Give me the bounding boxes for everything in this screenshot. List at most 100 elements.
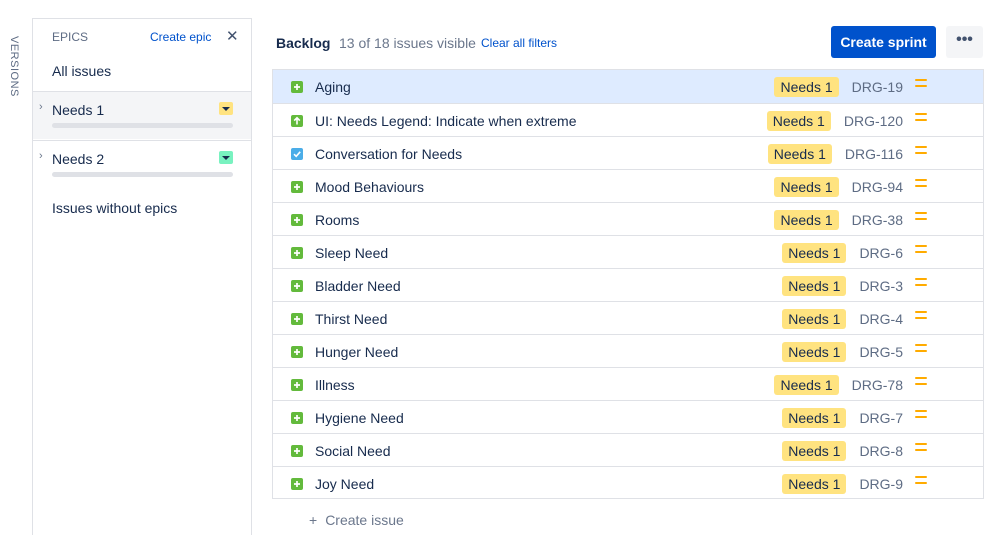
issue-key[interactable]: DRG-94 bbox=[852, 179, 903, 195]
story-add-icon bbox=[291, 346, 303, 358]
issue-summary: Bladder Need bbox=[315, 278, 401, 294]
epic-color-dropdown-icon[interactable] bbox=[219, 102, 233, 115]
issue-row[interactable]: Aging Needs 1 DRG-19 bbox=[273, 70, 983, 103]
epic-lozenge[interactable]: Needs 1 bbox=[767, 144, 832, 164]
issue-key[interactable]: DRG-8 bbox=[859, 443, 903, 459]
epic-lozenge[interactable]: Needs 1 bbox=[774, 77, 839, 97]
issue-key[interactable]: DRG-3 bbox=[859, 278, 903, 294]
story-add-icon bbox=[291, 313, 303, 325]
story-add-icon bbox=[291, 214, 303, 226]
priority-medium-icon bbox=[915, 410, 927, 419]
priority-medium-icon bbox=[915, 278, 927, 287]
issue-row[interactable]: Hunger Need Needs 1 DRG-5 bbox=[273, 334, 983, 367]
story-add-icon bbox=[291, 81, 303, 93]
epic-lozenge[interactable]: Needs 1 bbox=[782, 342, 847, 362]
issue-key[interactable]: DRG-19 bbox=[852, 79, 903, 95]
epic-lozenge[interactable]: Needs 1 bbox=[782, 276, 847, 296]
epic-lozenge[interactable]: Needs 1 bbox=[782, 309, 847, 329]
priority-medium-icon bbox=[915, 245, 927, 254]
chevron-right-icon[interactable]: › bbox=[39, 101, 43, 113]
issue-summary: Joy Need bbox=[315, 476, 375, 492]
issue-summary: Hygiene Need bbox=[315, 410, 404, 426]
priority-medium-icon bbox=[915, 344, 927, 353]
task-checkbox-icon bbox=[291, 148, 303, 160]
create-issue-label: Create issue bbox=[325, 512, 404, 528]
more-actions-icon[interactable]: ••• bbox=[946, 26, 983, 58]
epic-lozenge[interactable]: Needs 1 bbox=[774, 210, 839, 230]
priority-medium-icon bbox=[915, 113, 927, 122]
story-add-icon bbox=[291, 181, 303, 193]
issue-row[interactable]: Mood Behaviours Needs 1 DRG-94 bbox=[273, 169, 983, 202]
story-add-icon bbox=[291, 478, 303, 490]
issue-key[interactable]: DRG-78 bbox=[852, 377, 903, 393]
close-icon[interactable]: ✕ bbox=[226, 27, 239, 45]
priority-medium-icon bbox=[915, 212, 927, 221]
issue-row[interactable]: Conversation for Needs Needs 1 DRG-116 bbox=[273, 136, 983, 169]
issue-summary: Social Need bbox=[315, 443, 391, 459]
create-sprint-button[interactable]: Create sprint bbox=[831, 26, 936, 58]
priority-medium-icon bbox=[915, 179, 927, 188]
clear-filters-link[interactable]: Clear all filters bbox=[481, 36, 557, 50]
story-add-icon bbox=[291, 445, 303, 457]
epic-color-dropdown-icon[interactable] bbox=[219, 151, 233, 164]
issue-row[interactable]: UI: Needs Legend: Indicate when extreme N… bbox=[273, 103, 983, 136]
create-issue-button[interactable]: + Create issue bbox=[309, 512, 404, 528]
issue-summary: Aging bbox=[315, 79, 351, 95]
issue-key[interactable]: DRG-9 bbox=[859, 476, 903, 492]
versions-panel-toggle[interactable]: VERSIONS bbox=[0, 18, 32, 535]
issue-row[interactable]: Illness Needs 1 DRG-78 bbox=[273, 367, 983, 400]
epic-lozenge[interactable]: Needs 1 bbox=[766, 111, 831, 131]
epic-lozenge[interactable]: Needs 1 bbox=[782, 474, 847, 494]
epic-filter-issues-without-epics[interactable]: Issues without epics bbox=[52, 200, 177, 216]
epic-lozenge[interactable]: Needs 1 bbox=[774, 177, 839, 197]
issue-key[interactable]: DRG-7 bbox=[859, 410, 903, 426]
epic-progress-bar bbox=[52, 172, 233, 177]
issue-key[interactable]: DRG-6 bbox=[859, 245, 903, 261]
story-add-icon bbox=[291, 412, 303, 424]
issue-summary: Hunger Need bbox=[315, 344, 399, 360]
issue-row[interactable]: Hygiene Need Needs 1 DRG-7 bbox=[273, 400, 983, 433]
epic-name: Needs 1 bbox=[52, 102, 105, 118]
story-add-icon bbox=[291, 280, 303, 292]
epic-filter-all-issues[interactable]: All issues bbox=[52, 63, 111, 79]
epics-panel: EPICS Create epic ✕ All issues › Needs 1… bbox=[32, 18, 252, 535]
story-add-icon bbox=[291, 247, 303, 259]
issue-summary: Conversation for Needs bbox=[315, 146, 463, 162]
issue-key[interactable]: DRG-38 bbox=[852, 212, 903, 228]
improvement-arrow-icon bbox=[291, 115, 303, 127]
epic-lozenge[interactable]: Needs 1 bbox=[782, 408, 847, 428]
issue-row[interactable]: Joy Need Needs 1 DRG-9 bbox=[273, 466, 983, 499]
epic-lozenge[interactable]: Needs 1 bbox=[782, 243, 847, 263]
issue-summary: Thirst Need bbox=[315, 311, 388, 327]
plus-icon: + bbox=[309, 512, 318, 528]
issue-key[interactable]: DRG-116 bbox=[845, 146, 903, 162]
priority-medium-icon bbox=[915, 311, 927, 320]
issue-key[interactable]: DRG-4 bbox=[859, 311, 903, 327]
issue-summary: Sleep Need bbox=[315, 245, 389, 261]
create-epic-link[interactable]: Create epic bbox=[150, 30, 211, 44]
epics-header: EPICS Create epic ✕ bbox=[33, 19, 251, 55]
backlog-title: Backlog bbox=[276, 35, 331, 51]
epic-progress-bar bbox=[52, 123, 233, 128]
epic-item-needs-2[interactable]: › Needs 2 bbox=[33, 140, 251, 188]
epic-lozenge[interactable]: Needs 1 bbox=[774, 375, 839, 395]
epic-name: Needs 2 bbox=[52, 151, 105, 167]
issue-key[interactable]: DRG-120 bbox=[844, 113, 903, 129]
priority-medium-icon bbox=[915, 476, 927, 485]
versions-label[interactable]: VERSIONS bbox=[8, 36, 20, 97]
chevron-right-icon[interactable]: › bbox=[39, 150, 43, 162]
priority-medium-icon bbox=[915, 79, 927, 88]
issue-key[interactable]: DRG-5 bbox=[859, 344, 903, 360]
issue-row[interactable]: Sleep Need Needs 1 DRG-6 bbox=[273, 235, 983, 268]
issue-summary: Rooms bbox=[315, 212, 360, 228]
story-add-icon bbox=[291, 379, 303, 391]
priority-medium-icon bbox=[915, 443, 927, 452]
issue-summary: Mood Behaviours bbox=[315, 179, 424, 195]
epic-item-needs-1[interactable]: › Needs 1 bbox=[33, 91, 251, 139]
issue-row[interactable]: Thirst Need Needs 1 DRG-4 bbox=[273, 301, 983, 334]
issue-summary: Illness bbox=[315, 377, 355, 393]
issue-row[interactable]: Bladder Need Needs 1 DRG-3 bbox=[273, 268, 983, 301]
issue-row[interactable]: Rooms Needs 1 DRG-38 bbox=[273, 202, 983, 235]
issue-row[interactable]: Social Need Needs 1 DRG-8 bbox=[273, 433, 983, 466]
epic-lozenge[interactable]: Needs 1 bbox=[782, 441, 847, 461]
